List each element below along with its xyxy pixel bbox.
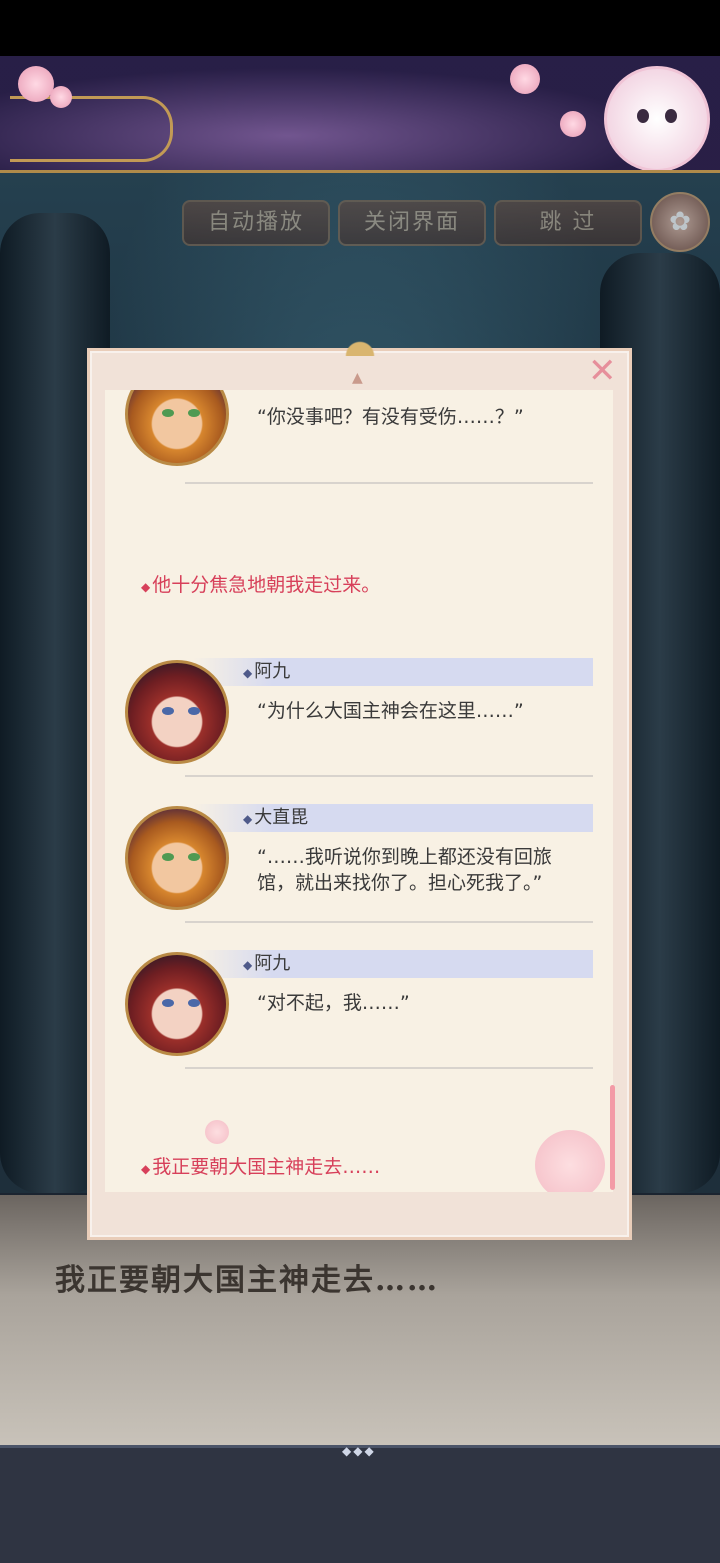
list-item: “你没事吧？有没有受伤……？”	[105, 390, 593, 485]
auto-play-button[interactable]: 自动播放	[182, 200, 330, 246]
page-indicator: ◆◆◆	[342, 1444, 376, 1458]
backlog-list[interactable]: “你没事吧？有没有受伤……？” ◆ 他十分焦急地朝我走过来。 ◆ 阿九 “为什么大国…	[105, 390, 613, 1192]
avatar	[125, 806, 229, 910]
status-bar	[0, 0, 720, 56]
bottom-bar	[0, 1445, 720, 1563]
dialog-text: “对不起，我……”	[257, 992, 410, 1014]
top-banner	[0, 56, 720, 173]
avatar	[125, 660, 229, 764]
list-item: ◆ 我正要朝大国主神走去……	[105, 1142, 593, 1182]
panel-ornament	[340, 334, 380, 356]
avatar	[125, 390, 229, 466]
speaker-name: ◆ 阿九	[193, 950, 593, 978]
blossom-decoration	[510, 64, 540, 94]
scrollbar[interactable]	[610, 1085, 615, 1190]
blossom-decoration	[18, 66, 54, 102]
gear-icon[interactable]: ✿	[650, 192, 710, 252]
dialog-text: “……我听说你到晚上都还没有回旅馆，就出来找你了。担心死我了。”	[257, 846, 552, 894]
scroll-up-indicator: ▲	[352, 370, 363, 386]
blossom-decoration	[560, 111, 586, 137]
blossom-decoration	[50, 86, 72, 108]
list-item: ◆ 阿九 “为什么大国主神会在这里……”	[105, 658, 593, 778]
list-item: ◆ 阿九 “对不起，我……”	[105, 950, 593, 1070]
divider	[185, 775, 593, 777]
close-ui-button[interactable]: 关闭界面	[338, 200, 486, 246]
speaker-name: ◆ 阿九	[193, 658, 593, 686]
dialog-text: “为什么大国主神会在这里……”	[257, 700, 524, 722]
divider	[185, 482, 593, 484]
rabbit-mascot	[604, 66, 710, 170]
list-item: ◆ 他十分焦急地朝我走过来。	[105, 560, 593, 600]
list-item: ◆ 大直毘 “……我听说你到晚上都还没有回旅馆，就出来找你了。担心死我了。”	[105, 804, 593, 924]
divider	[185, 1067, 593, 1069]
banner-ornament	[10, 96, 173, 162]
narration-text: ◆ 他十分焦急地朝我走过来。	[141, 574, 381, 596]
speaker-name: ◆ 大直毘	[193, 804, 593, 832]
scene-narration: 我正要朝大国主神走去……	[55, 1263, 439, 1298]
narration-text: ◆ 我正要朝大国主神走去……	[141, 1156, 381, 1178]
blossom-decoration	[205, 1120, 229, 1144]
skip-button[interactable]: 跳 过	[494, 200, 642, 246]
blossom-decoration	[535, 1130, 605, 1192]
close-icon[interactable]: ✕	[588, 354, 617, 388]
dialog-text: “你没事吧？有没有受伤……？”	[257, 406, 524, 428]
avatar	[125, 952, 229, 1056]
divider	[185, 921, 593, 923]
